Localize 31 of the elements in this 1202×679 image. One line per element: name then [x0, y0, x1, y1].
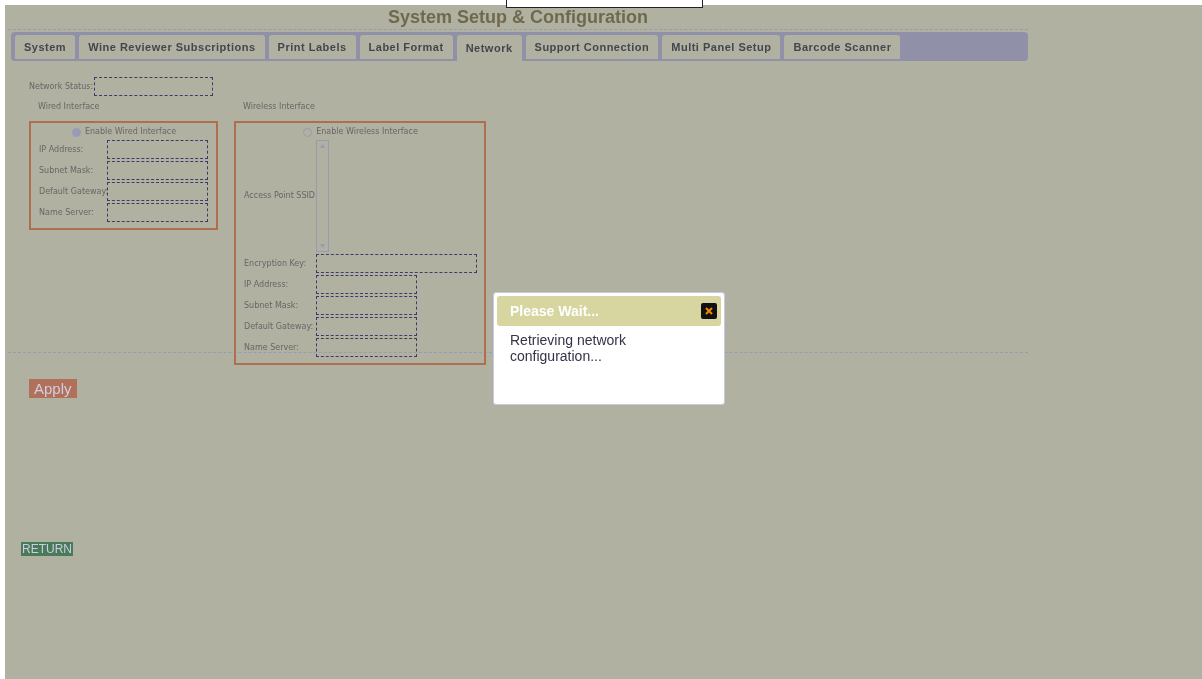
tab[interactable]: Network	[456, 35, 522, 61]
network-status-field[interactable]	[94, 77, 214, 96]
field-label: Default Gateway:	[244, 320, 315, 333]
radio-label: Enable Wireless Interface	[316, 126, 418, 138]
field-label: Name Server:	[244, 341, 300, 354]
radio-label: Enable Wired Interface	[84, 126, 177, 138]
dialog-message: Retrieving network configuration...	[509, 331, 627, 366]
field-label: IP Address:	[244, 278, 290, 291]
return-link[interactable]: RETURN	[21, 542, 73, 556]
tab[interactable]: Label Format	[359, 35, 453, 59]
section-heading: Wireless Interface	[243, 101, 316, 113]
page-title: System Setup & Configuration	[387, 6, 649, 29]
field-label: Access Point SSID:	[244, 190, 316, 202]
tab[interactable]: Barcode Scanner	[784, 35, 901, 59]
field-label: Name Server:	[39, 206, 95, 219]
tab[interactable]: Print Labels	[268, 35, 356, 59]
field-label: IP Address:	[39, 143, 85, 156]
close-button[interactable]	[701, 303, 717, 319]
close-icon	[705, 307, 713, 315]
dialog-title: Please Wait...	[510, 301, 599, 321]
tab[interactable]: System	[15, 35, 76, 59]
field-label: Subnet Mask:	[39, 164, 95, 177]
field-label: Subnet Mask:	[244, 299, 300, 312]
tab[interactable]: Wine Reviewer Subscriptions	[79, 35, 265, 59]
section-heading: Wired Interface	[38, 101, 101, 113]
apply-button[interactable]: Apply	[29, 379, 77, 398]
field-label: Default Gateway:	[39, 185, 107, 198]
field-label: Encryption Key:	[244, 257, 308, 270]
field-label: Network Status:	[29, 80, 94, 93]
tab[interactable]: Support Connection	[525, 35, 659, 59]
tab[interactable]: Multi Panel Setup	[662, 35, 781, 59]
